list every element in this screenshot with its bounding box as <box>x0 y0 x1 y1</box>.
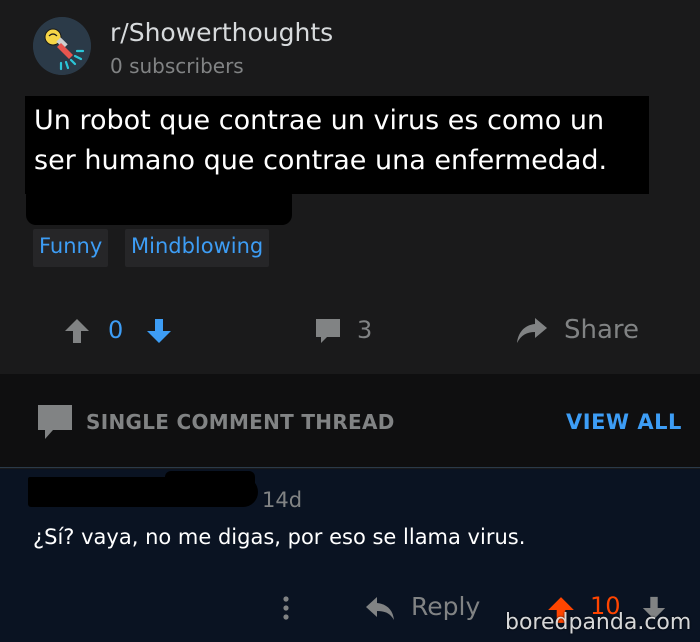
more-options-icon[interactable] <box>282 595 290 621</box>
post-title-block[interactable]: Un robot que contrae un virus es como un… <box>25 96 649 194</box>
subreddit-avatar[interactable] <box>33 17 91 75</box>
post-vote-count: 0 <box>108 316 124 344</box>
comment-thread-icon <box>38 405 72 439</box>
share-arrow-icon[interactable] <box>515 315 549 345</box>
thread-header: SINGLE COMMENT THREAD VIEW ALL <box>0 374 700 468</box>
subscriber-count: 0 subscribers <box>110 54 244 78</box>
share-button[interactable]: Share <box>564 315 639 345</box>
downvote-arrow-icon[interactable] <box>145 317 173 345</box>
comment: 14d ¿Sí? vaya, no me digas, por eso se l… <box>0 469 700 642</box>
view-all-button[interactable]: VIEW ALL <box>566 410 682 434</box>
comment-text: ¿Sí? vaya, no me digas, por eso se llama… <box>33 525 526 549</box>
reply-arrow-icon[interactable] <box>365 595 395 621</box>
redaction-block <box>26 193 292 225</box>
comment-age: 14d <box>262 488 303 512</box>
shower-lightbulb-icon <box>33 17 91 75</box>
redaction-block <box>165 471 255 489</box>
post-card: r/Showerthoughts 0 subscribers Un robot … <box>0 0 700 374</box>
reply-button[interactable]: Reply <box>411 592 480 621</box>
flair-mindblowing[interactable]: Mindblowing <box>125 229 270 267</box>
post-action-bar: 0 3 Share <box>0 300 700 360</box>
thread-label: SINGLE COMMENT THREAD <box>86 410 395 434</box>
flair-funny[interactable]: Funny <box>33 229 109 267</box>
comment-bubble-icon[interactable] <box>313 316 343 346</box>
watermark: boredpanda.com <box>505 610 692 635</box>
subreddit-name[interactable]: r/Showerthoughts <box>110 18 333 47</box>
upvote-arrow-icon[interactable] <box>63 317 91 345</box>
post-comment-count[interactable]: 3 <box>357 316 372 344</box>
post-title: Un robot que contrae un virus es como un… <box>34 105 608 176</box>
